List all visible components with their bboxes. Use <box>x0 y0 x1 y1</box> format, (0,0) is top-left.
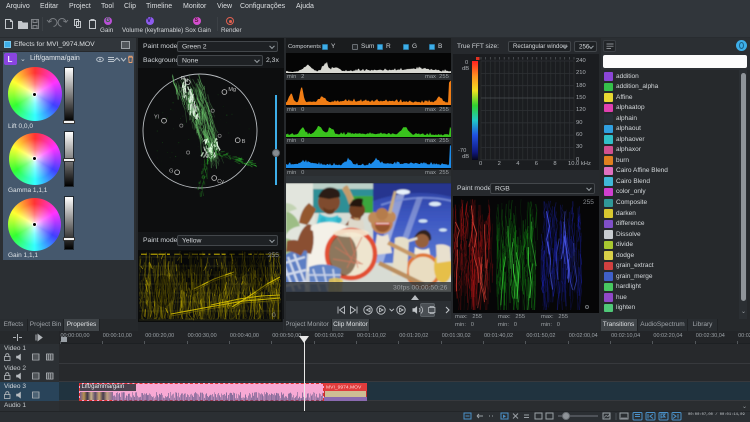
svg-text:Mg: Mg <box>228 87 236 93</box>
svg-text:R: R <box>181 76 185 82</box>
svg-text:B: B <box>242 139 246 145</box>
svg-text:G: G <box>169 168 173 174</box>
svg-text:30fps 00:00:50:26: 30fps 00:00:50:26 <box>393 285 448 292</box>
svg-text:Yl: Yl <box>154 115 159 121</box>
svg-text:Cy: Cy <box>217 179 224 185</box>
